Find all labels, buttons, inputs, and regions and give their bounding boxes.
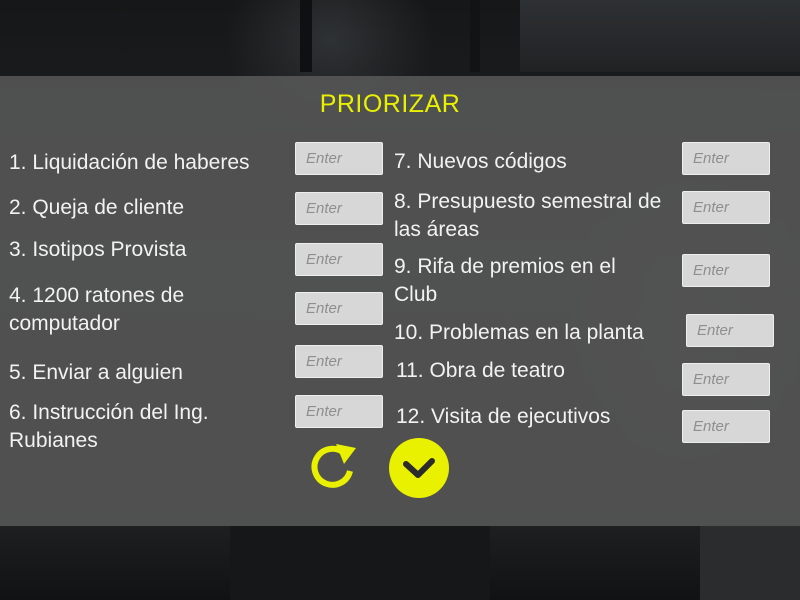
priority-input-6[interactable]	[295, 395, 383, 428]
background-monitor	[700, 526, 800, 600]
priority-input-7[interactable]	[682, 142, 770, 175]
prioritize-panel: PRIORIZAR 1. Liquidación de haberes 2. Q…	[0, 76, 800, 526]
task-label-6: 6. Instrucción del Ing. Rubianes	[9, 401, 209, 452]
priority-input-1[interactable]	[295, 142, 383, 175]
task-label-1: 1. Liquidación de haberes	[9, 151, 250, 174]
background-window	[520, 0, 800, 72]
priority-input-5[interactable]	[295, 345, 383, 378]
priority-input-12[interactable]	[682, 410, 770, 443]
background-beam	[470, 0, 480, 72]
priority-input-8[interactable]	[682, 191, 770, 224]
task-label-11: 11. Obra de teatro	[396, 359, 565, 382]
panel-title: PRIORIZAR	[319, 90, 461, 118]
priority-input-2[interactable]	[295, 192, 383, 225]
priority-input-11[interactable]	[682, 363, 770, 396]
task-label-8: 8. Presupuesto semestral de las áreas	[394, 190, 662, 241]
background-beam	[300, 0, 312, 72]
reset-arrow-icon	[311, 444, 356, 488]
task-label-5: 5. Enviar a alguien	[9, 361, 183, 384]
background-desk	[230, 526, 490, 600]
priority-input-10[interactable]	[686, 314, 774, 347]
priority-input-9[interactable]	[682, 254, 770, 287]
reset-button[interactable]	[304, 438, 360, 492]
confirm-button[interactable]	[387, 437, 451, 499]
task-label-9: 9. Rifa de premios en el Club	[394, 255, 616, 306]
task-label-7: 7. Nuevos códigos	[394, 150, 567, 173]
priority-input-4[interactable]	[295, 292, 383, 325]
checkmark-icon	[389, 438, 449, 498]
task-label-12: 12. Visita de ejecutivos	[396, 405, 611, 428]
task-label-4: 4. 1200 ratones de computador	[9, 284, 185, 335]
priority-input-3[interactable]	[295, 243, 383, 276]
task-label-3: 3. Isotipos Provista	[9, 238, 187, 261]
task-label-2: 2. Queja de cliente	[9, 196, 185, 219]
task-label-10: 10. Problemas en la planta	[394, 321, 644, 344]
